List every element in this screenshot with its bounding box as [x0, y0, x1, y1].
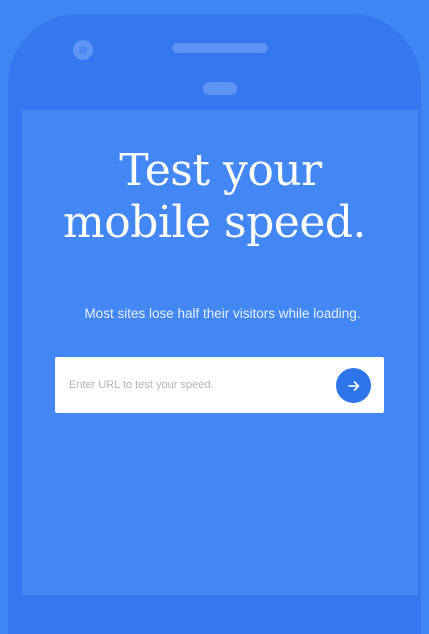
- speaker-grille: [172, 43, 268, 53]
- url-input[interactable]: [69, 373, 319, 397]
- headline-line-1: Test your: [119, 145, 322, 196]
- subtitle: Most sites lose half their visitors whil…: [84, 306, 361, 321]
- headline-line-2: mobile speed.: [62, 197, 367, 248]
- sensor-icon: [203, 82, 237, 95]
- camera-icon: [73, 40, 93, 60]
- url-form: [55, 357, 384, 413]
- submit-button[interactable]: [336, 368, 371, 403]
- arrow-right-icon: [347, 380, 359, 391]
- page-title: Test your mobile speed.: [0, 145, 429, 249]
